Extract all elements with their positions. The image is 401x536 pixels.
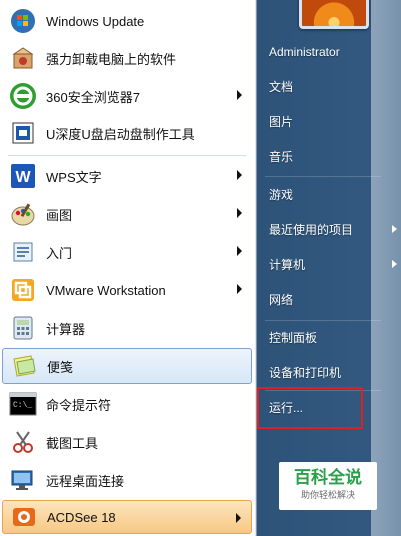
sticky-notes-icon [9,351,39,381]
place-devices-printers[interactable]: 设备和打印机 [269,362,387,384]
paint-icon [8,199,38,229]
program-calculator[interactable]: 计算器 [2,310,252,346]
program-wps-writer[interactable]: W WPS文字 [2,158,252,194]
calculator-icon [8,313,38,343]
program-getting-started[interactable]: 入门 [2,234,252,270]
submenu-arrow-icon [392,260,397,268]
place-control-panel[interactable]: 控制面板 [269,327,387,349]
program-sticky-notes[interactable]: 便笺 [2,348,252,384]
place-label: 计算机 [269,258,306,272]
program-windows-update[interactable]: Windows Update [2,3,252,39]
separator [265,320,381,321]
svg-text:W: W [15,169,31,186]
submenu-arrow-icon [392,225,397,233]
program-acdsee[interactable]: ACDSee 18 [2,500,252,534]
snipping-tool-icon [8,427,38,457]
watermark-logo: 百科全说 助你轻松解决 [279,462,377,510]
place-computer[interactable]: 计算机 [269,254,397,276]
program-label: 命令提示符 [46,397,112,413]
uninstall-icon [8,43,38,73]
submenu-arrow-icon [237,90,242,100]
program-label: VMware Workstation [46,282,166,298]
separator [8,155,246,156]
program-label: 入门 [46,245,73,261]
program-label: Windows Update [46,13,145,29]
program-label: 远程桌面连接 [46,473,125,489]
submenu-arrow-icon [237,170,242,180]
command-prompt-icon: C:\_ [8,389,38,419]
place-network[interactable]: 网络 [269,289,387,311]
place-documents[interactable]: 文档 [269,76,387,98]
360-browser-icon [8,81,38,111]
vmware-icon [8,275,38,305]
program-usb-boot-tool[interactable]: U深度U盘启动盘制作工具 [2,115,252,151]
program-vmware[interactable]: VMware Workstation [2,272,252,308]
place-administrator[interactable]: Administrator [269,41,387,63]
place-label: 最近使用的项目 [269,223,354,237]
programs-pane: Windows Update 强力卸载电脑上的软件 360安全浏览器7 U深度U… [0,0,257,536]
place-pictures[interactable]: 图片 [269,111,387,133]
program-label: 360安全浏览器7 [46,89,140,105]
program-remote-desktop[interactable]: 远程桌面连接 [2,462,252,498]
submenu-arrow-icon [237,246,242,256]
program-label: 截图工具 [46,435,99,451]
program-label: 画图 [46,207,73,223]
watermark-subtitle: 助你轻松解决 [300,490,355,500]
acdsee-icon [9,502,39,532]
program-360-browser[interactable]: 360安全浏览器7 [2,78,252,114]
windows-update-icon [8,6,38,36]
submenu-arrow-icon [236,513,241,523]
getting-started-icon [8,237,38,267]
program-snipping-tool[interactable]: 截图工具 [2,424,252,460]
program-label: 计算器 [46,321,86,337]
separator [265,176,381,177]
place-recent-items[interactable]: 最近使用的项目 [269,219,397,241]
wps-writer-icon: W [8,161,38,191]
submenu-arrow-icon [237,284,242,294]
program-command-prompt[interactable]: C:\_ 命令提示符 [2,386,252,422]
remote-desktop-icon [8,465,38,495]
annotation-highlight-box [257,387,363,429]
submenu-arrow-icon [237,208,242,218]
program-label: U深度U盘启动盘制作工具 [46,126,195,142]
program-label: 强力卸载电脑上的软件 [46,51,177,67]
start-menu: Windows Update 强力卸载电脑上的软件 360安全浏览器7 U深度U… [0,0,401,536]
watermark-title: 百科全说 [294,468,362,487]
places-pane: Administrator 文档 图片 音乐 游戏 最近使用的项目 计算机 网络… [257,0,401,536]
program-paint[interactable]: 画图 [2,196,252,232]
usb-tool-icon [8,118,38,148]
svg-text:C:\_: C:\_ [13,401,32,410]
place-music[interactable]: 音乐 [269,146,387,168]
place-games[interactable]: 游戏 [269,184,387,206]
program-label: 便笺 [47,359,74,375]
program-label: ACDSee 18 [47,509,116,525]
user-avatar[interactable] [299,0,369,29]
program-label: WPS文字 [46,169,102,185]
program-uninstaller[interactable]: 强力卸载电脑上的软件 [2,40,252,76]
